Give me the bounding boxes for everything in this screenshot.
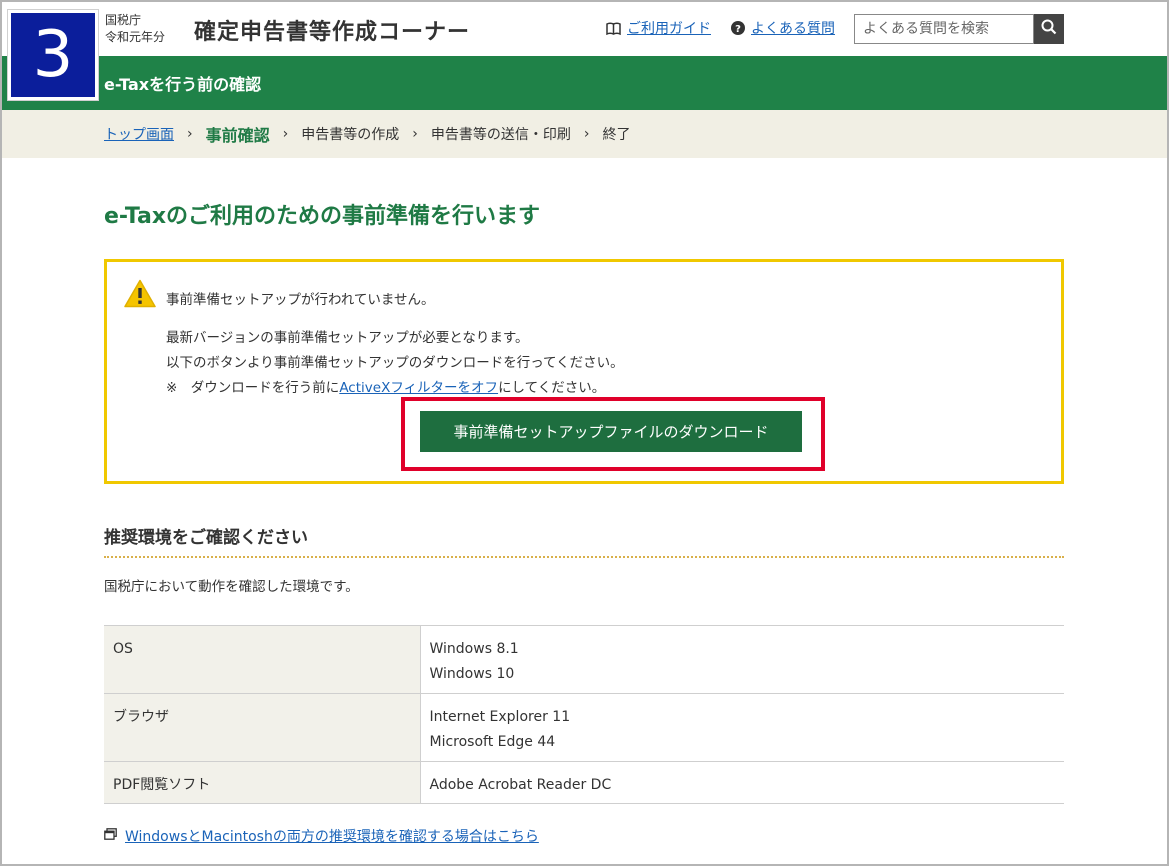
activex-note: ※ ダウンロードを行う前にActiveXフィルターをオフにしてください。 (166, 376, 605, 396)
faq-link-label: よくある質問 (751, 21, 835, 37)
faq-search (854, 14, 1064, 44)
env-value: Internet Explorer 11 Microsoft Edge 44 (420, 693, 1064, 762)
both-os-env-link[interactable]: WindowsとMacintoshの両方の推奨環境を確認する場合はこちら (104, 826, 539, 846)
breadcrumb-send: 申告書等の送信・印刷 (430, 127, 571, 143)
breadcrumb-separator: › (583, 126, 590, 142)
env-key: OS (104, 625, 421, 694)
setup-notice: 事前準備セットアップが行われていません。 最新バージョンの事前準備セットアップが… (104, 259, 1064, 484)
activex-filter-link[interactable]: ActiveXフィルターをオフ (339, 380, 498, 396)
step-badge: 3 (8, 10, 98, 100)
agency-name: 国税庁 (105, 13, 142, 27)
env-table: OS Windows 8.1 Windows 10 ブラウザ Internet … (104, 625, 1064, 804)
env-value-item: Adobe Acrobat Reader DC (429, 777, 612, 793)
download-setup-button[interactable]: 事前準備セットアップファイルのダウンロード (420, 411, 802, 452)
activex-note-prefix: ※ ダウンロードを行う前に (166, 380, 340, 396)
search-input[interactable] (854, 14, 1034, 44)
env-heading: 推奨環境をご確認ください (104, 528, 308, 548)
section-bar: e-Taxを行う前の確認 (2, 56, 1167, 110)
env-value: Windows 8.1 Windows 10 (420, 625, 1064, 694)
env-value-item: Windows 8.1 (429, 641, 519, 657)
warning-text: 事前準備セットアップが行われていません。 (166, 292, 435, 308)
search-icon (1041, 19, 1057, 39)
env-description: 国税庁において動作を確認した環境です。 (104, 579, 359, 595)
breadcrumb-create: 申告書等の作成 (301, 127, 400, 143)
breadcrumb-separator: › (412, 126, 418, 142)
breadcrumb-end: 終了 (602, 127, 631, 143)
divider (104, 556, 1064, 558)
breadcrumb-separator: › (282, 126, 289, 142)
guide-link-label: ご利用ガイド (627, 21, 711, 37)
book-icon (606, 22, 621, 35)
window-icon (104, 828, 117, 844)
breadcrumb-current: 事前確認 (205, 126, 270, 145)
env-value-item: Microsoft Edge 44 (429, 734, 556, 750)
faq-link[interactable]: ? よくある質問 (731, 18, 835, 38)
table-row: PDF閲覧ソフト Adobe Acrobat Reader DC (104, 761, 1064, 804)
breadcrumb-top[interactable]: トップ画面 (104, 124, 174, 144)
guide-link[interactable]: ご利用ガイド (606, 18, 711, 38)
env-key: ブラウザ (104, 693, 421, 762)
env-key: PDF閲覧ソフト (104, 761, 421, 804)
svg-text:?: ? (735, 24, 741, 35)
question-circle-icon: ? (731, 21, 745, 35)
page-title: e-Taxのご利用のための事前準備を行います (104, 204, 541, 229)
step-number: 3 (32, 18, 74, 92)
site-title: 確定申告書等作成コーナー (194, 20, 471, 45)
env-value: Adobe Acrobat Reader DC (420, 761, 1064, 804)
search-button[interactable] (1034, 14, 1064, 44)
agency-info: 国税庁 令和元年分 (105, 12, 165, 46)
env-value-item: Internet Explorer 11 (429, 709, 571, 725)
activex-note-suffix: にしてください。 (498, 380, 606, 396)
notice-text: 最新バージョンの事前準備セットアップが必要となります。 (166, 330, 529, 346)
both-os-env-link-label: WindowsとMacintoshの両方の推奨環境を確認する場合はこちら (125, 829, 539, 845)
warning-triangle-icon (124, 279, 156, 312)
notice-text: 以下のボタンより事前準備セットアップのダウンロードを行ってください。 (166, 355, 624, 371)
breadcrumb: トップ画面 › 事前確認 › 申告書等の作成 › 申告書等の送信・印刷 › 終了 (2, 110, 1167, 158)
table-row: ブラウザ Internet Explorer 11 Microsoft Edge… (104, 693, 1064, 762)
breadcrumb-separator: › (187, 126, 193, 142)
tax-year: 令和元年分 (105, 30, 166, 44)
table-row: OS Windows 8.1 Windows 10 (104, 625, 1064, 694)
env-value-item: Windows 10 (429, 666, 515, 682)
section-title: e-Taxを行う前の確認 (104, 75, 262, 94)
